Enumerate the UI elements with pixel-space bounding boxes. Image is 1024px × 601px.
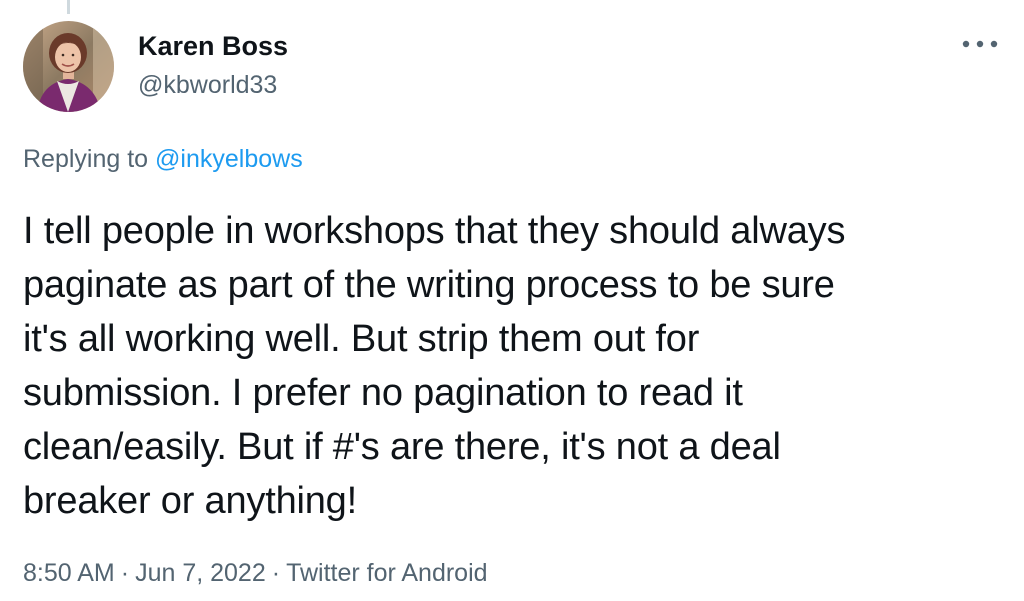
tweet-time-link[interactable]: 8:50 AM [23,559,115,587]
author-display-name[interactable]: Karen Boss [138,31,288,62]
author-handle[interactable]: @kbworld33 [138,71,277,100]
meta-separator: · [271,559,281,587]
avatar[interactable] [23,21,114,112]
more-horizontal-icon [962,40,998,48]
meta-separator: · [120,559,130,587]
tweet-text: I tell people in workshops that they sho… [23,210,846,522]
replying-to-line: Replying to @inkyelbows [23,145,303,174]
thread-connector-line [67,0,70,14]
tweet-date-link[interactable]: Jun 7, 2022 [135,559,266,587]
replying-to-label: Replying to [23,145,149,173]
reply-mention-link[interactable]: @inkyelbows [155,145,303,173]
tweet-metadata: 8:50 AM · Jun 7, 2022 · Twitter for Android [23,559,488,588]
profile-photo-icon [23,21,114,112]
more-options-button[interactable] [958,34,1002,54]
tweet-source-link[interactable]: Twitter for Android [286,559,487,587]
